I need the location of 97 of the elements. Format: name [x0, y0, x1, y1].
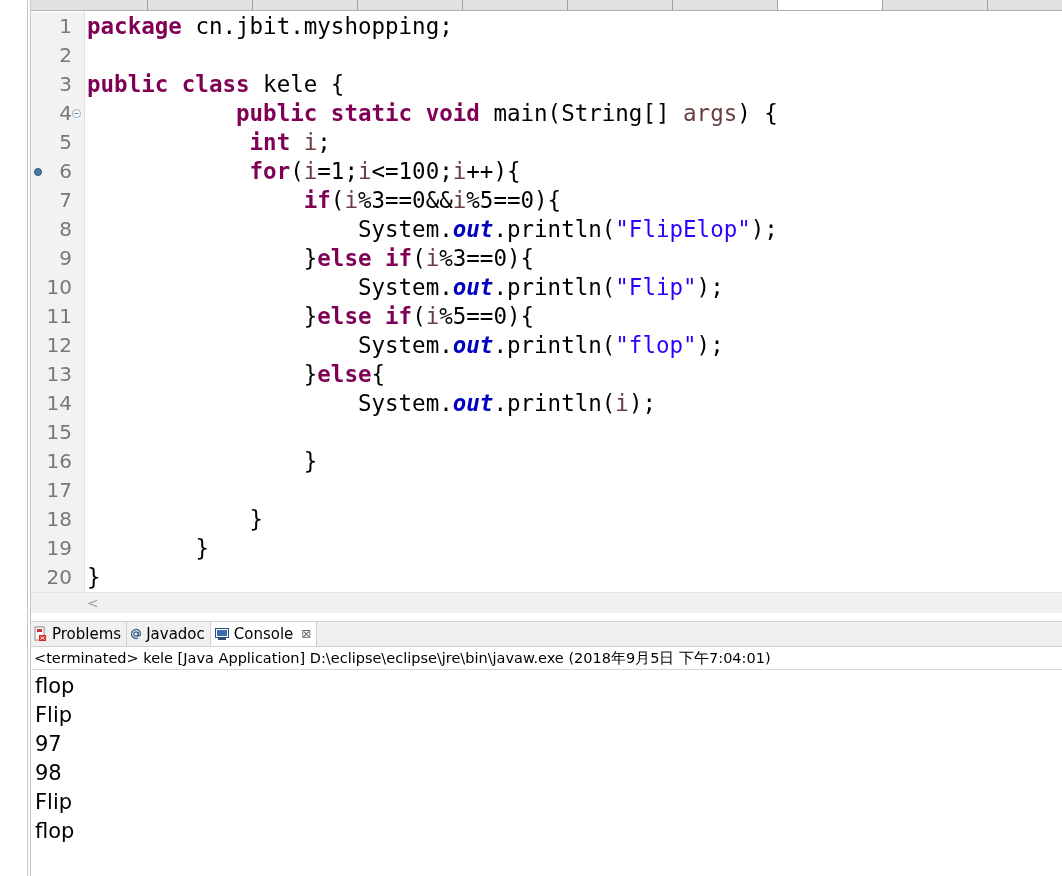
- field-name: out: [452, 390, 494, 416]
- code-text: ) {: [737, 100, 778, 126]
- console-output-line: Flip: [35, 702, 74, 729]
- keyword: if: [303, 187, 331, 213]
- code-text: ++){: [466, 158, 521, 184]
- line-number: 12: [45, 332, 72, 359]
- field-name: out: [452, 216, 494, 242]
- line-number: 11: [45, 303, 72, 330]
- code-text: );: [750, 216, 778, 242]
- code-text: System.: [357, 216, 453, 242]
- keyword: else if: [317, 303, 413, 329]
- code-text: {: [371, 361, 386, 387]
- keyword: public class: [87, 71, 250, 97]
- line-number: 4: [58, 100, 72, 127]
- code-text: }: [303, 448, 318, 474]
- line-number: 5: [58, 129, 72, 156]
- code-text: }: [303, 245, 318, 271]
- line-number: 8: [58, 216, 72, 243]
- code-text: main(String[]: [493, 100, 671, 126]
- code-text: (: [330, 187, 345, 213]
- code-text: .println(: [493, 332, 616, 358]
- variable-name: i: [303, 129, 318, 155]
- line-number: 13: [45, 361, 72, 388]
- console-status: <terminated> kele [Java Application] D:\eclipse\eclipse\jre\bin\javaw.exe (2018年9月5日 下午7:04:01): [31, 647, 1062, 670]
- code-text: .println(: [493, 274, 616, 300]
- string-literal: "flop": [615, 332, 697, 358]
- keyword: else: [317, 361, 372, 387]
- code-text: );: [696, 274, 724, 300]
- code-text: %3==0){: [439, 245, 535, 271]
- keyword: int: [249, 129, 291, 155]
- at-sign-icon: [130, 628, 143, 640]
- line-number: 10: [45, 274, 72, 301]
- collapse-icon[interactable]: [72, 109, 81, 118]
- line-number: 6: [58, 158, 72, 185]
- variable-name: i: [452, 158, 467, 184]
- code-text: }: [249, 506, 264, 532]
- code-text: }: [303, 303, 318, 329]
- variable-name: i: [615, 390, 629, 416]
- code-text: (: [290, 158, 304, 184]
- monitor-icon: [213, 626, 230, 642]
- variable-name: i: [452, 187, 467, 213]
- code-text: }: [195, 535, 209, 561]
- code-text: (: [412, 303, 426, 329]
- code-text: ;: [317, 129, 331, 155]
- variable-name: i: [344, 187, 358, 213]
- code-text: %5==0){: [439, 303, 535, 329]
- view-tab[interactable]: Problems: [31, 622, 128, 646]
- variable-name: i: [425, 303, 440, 329]
- line-number: 19: [45, 535, 72, 562]
- line-number: 17: [45, 477, 72, 504]
- code-text: .println(: [493, 390, 616, 416]
- code-text: <=100;: [371, 158, 453, 184]
- line-number: 18: [45, 506, 72, 533]
- line-number: 20: [45, 564, 72, 591]
- code-text: =1;: [317, 158, 358, 184]
- code-text: cn.jbit.myshopping;: [195, 13, 453, 39]
- code-text: System.: [357, 332, 453, 358]
- line-number: 7: [58, 187, 72, 214]
- code-text: (: [412, 245, 426, 271]
- code-text: }: [87, 564, 101, 590]
- code-text: .println(: [493, 216, 616, 242]
- string-literal: "Flip": [615, 274, 697, 300]
- console-output-line: flop: [35, 818, 76, 845]
- variable-name: args: [683, 100, 738, 126]
- code-text: kele {: [263, 71, 345, 97]
- console-output-line: flop: [35, 673, 76, 700]
- variable-name: i: [425, 245, 440, 271]
- line-number: 3: [58, 71, 72, 98]
- line-number: 2: [58, 42, 72, 69]
- keyword: public static void: [236, 100, 480, 126]
- string-literal: "FlipElop": [615, 216, 751, 242]
- code-text: );: [696, 332, 724, 358]
- line-number: 14: [45, 390, 72, 417]
- line-number: 16: [45, 448, 72, 475]
- line-number: 1: [58, 13, 72, 40]
- code-text: %3==0&&: [357, 187, 453, 213]
- variable-name: i: [303, 158, 318, 184]
- code-text: }: [303, 361, 318, 387]
- keyword: else if: [317, 245, 413, 271]
- variable-name: i: [357, 158, 372, 184]
- problems-icon: [34, 626, 48, 642]
- code-text: %5==0){: [466, 187, 562, 213]
- code-text: System.: [357, 390, 453, 416]
- keyword: package: [87, 13, 182, 39]
- line-number: 9: [58, 245, 72, 272]
- code-text: System.: [357, 274, 453, 300]
- editor-tab[interactable]: [778, 0, 883, 10]
- keyword: for: [249, 158, 291, 184]
- console-output-line: 98: [35, 760, 63, 787]
- view-tab[interactable]: Console ⊠: [210, 622, 318, 646]
- field-name: out: [452, 332, 494, 358]
- console-output-line: Flip: [35, 789, 74, 816]
- close-icon[interactable]: ⊠: [301, 627, 312, 641]
- code-text: );: [628, 390, 656, 416]
- field-name: out: [452, 274, 494, 300]
- line-number: 15: [45, 419, 72, 446]
- console-output-line: 97: [35, 731, 63, 758]
